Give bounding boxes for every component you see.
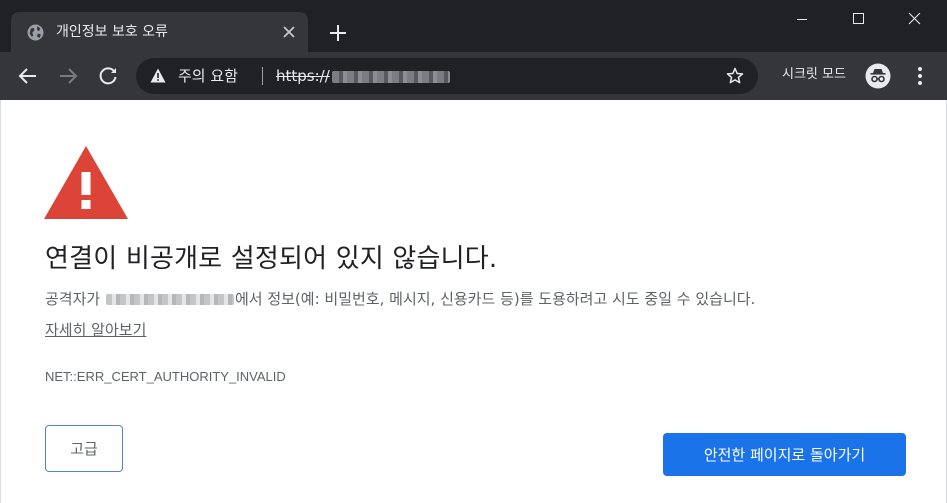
close-icon[interactable] [282, 25, 296, 39]
maximize-icon[interactable] [835, 0, 881, 36]
host-redacted [105, 294, 234, 305]
window-close-icon[interactable] [891, 0, 937, 36]
plus-icon[interactable] [327, 22, 349, 44]
omnibox-divider [262, 67, 263, 85]
title-bar: 개인정보 보호 오류 [0, 0, 947, 52]
incognito-label: 시크릿 모드 [782, 67, 846, 82]
reload-icon[interactable] [96, 64, 120, 88]
desc-prefix: 공격자가 [45, 290, 105, 308]
learn-more-link[interactable]: 자세히 알아보기 [45, 319, 146, 341]
forward-arrow-icon[interactable] [56, 64, 80, 88]
back-arrow-icon[interactable] [16, 64, 40, 88]
security-status-label[interactable]: 주의 요함 [178, 65, 238, 87]
tab-title: 개인정보 보호 오류 [56, 24, 168, 40]
address-bar[interactable]: 주의 요함 https:// [136, 58, 758, 94]
desc-suffix: 에서 정보(예: 비밀번호, 메시지, 신용카드 등)를 도용하려고 시도 중일… [234, 290, 756, 308]
error-description: 공격자가 에서 정보(예: 비밀번호, 메시지, 신용카드 등)를 도용하려고 … [45, 288, 755, 310]
back-to-safety-button[interactable]: 안전한 페이지로 돌아가기 [663, 433, 906, 476]
browser-toolbar: 주의 요함 https:// 시크릿 모드 [0, 52, 947, 100]
warning-icon[interactable] [150, 68, 166, 83]
browser-tab[interactable]: 개인정보 보호 오류 [11, 12, 308, 52]
kebab-menu-icon[interactable] [908, 64, 932, 88]
url-host-redacted [332, 71, 450, 83]
alert-triangle-icon [44, 146, 128, 219]
minimize-icon[interactable] [779, 0, 825, 36]
advanced-button[interactable]: 고급 [45, 425, 123, 472]
star-icon[interactable] [725, 66, 745, 86]
interstitial-page: 연결이 비공개로 설정되어 있지 않습니다. 공격자가 에서 정보(예: 비밀번… [0, 100, 947, 503]
incognito-icon[interactable] [865, 63, 891, 89]
globe-icon [27, 24, 44, 41]
page-title: 연결이 비공개로 설정되어 있지 않습니다. [45, 244, 498, 274]
error-code: NET::ERR_CERT_AUTHORITY_INVALID [45, 369, 286, 384]
url-scheme: https:// [276, 67, 330, 85]
